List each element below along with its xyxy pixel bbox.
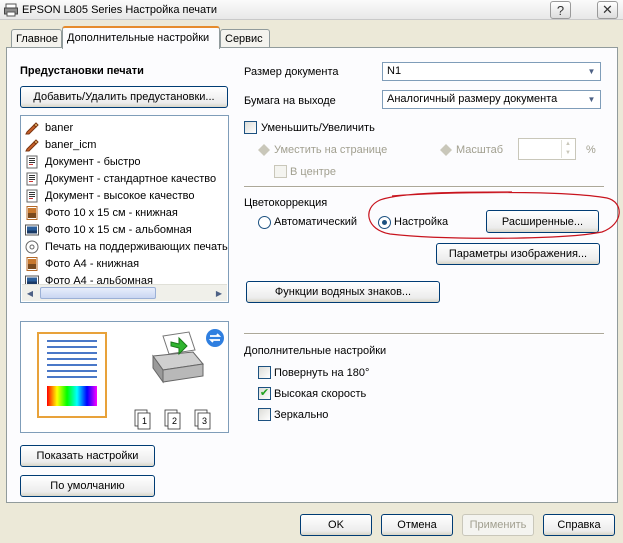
presets-list[interactable]: baner baner_icm Документ - быстро Документ … xyxy=(20,115,229,303)
scroll-left-icon[interactable]: ◀ xyxy=(22,285,38,301)
list-item-label: Печать на поддерживающих печать xyxy=(45,240,228,253)
list-item[interactable]: Фото 10 x 15 см - книжная xyxy=(25,204,178,221)
defaults-button[interactable]: По умолчанию xyxy=(20,475,155,497)
document-icon xyxy=(25,155,39,169)
apply-button[interactable]: Применить xyxy=(462,514,534,536)
reduce-enlarge-label: Уменьшить/Увеличить xyxy=(261,122,375,134)
list-item[interactable]: Документ - стандартное качество xyxy=(25,170,216,187)
pencil-icon xyxy=(25,121,39,135)
output-paper-value: Аналогичный размеру документа xyxy=(387,93,558,105)
photo-landscape-icon xyxy=(25,223,39,237)
page-label-3: 3 xyxy=(202,416,208,426)
list-item-label: Документ - высокое качество xyxy=(45,189,195,202)
color-correction-heading: Цветокоррекция xyxy=(244,197,328,209)
divider xyxy=(244,333,604,335)
chevron-down-icon: ▼ xyxy=(584,64,599,79)
list-item-label: Фото A4 - книжная xyxy=(45,257,140,270)
layout-preview: 1 2 3 xyxy=(20,321,229,433)
cancel-button[interactable]: Отмена xyxy=(381,514,453,536)
rotate-label: Повернуть на 180° xyxy=(274,367,370,379)
scale-option[interactable]: Масштаб xyxy=(456,144,503,156)
close-icon: ✕ xyxy=(602,2,613,17)
photo-portrait-icon xyxy=(25,205,39,220)
ok-button[interactable]: OK xyxy=(300,514,372,536)
page-label-2: 2 xyxy=(172,416,178,426)
document-size-value: N1 xyxy=(387,65,402,77)
help-button[interactable]: Справка xyxy=(543,514,615,536)
fit-page-radio-disabled-icon xyxy=(258,144,270,156)
list-item[interactable]: Фото A4 - книжная xyxy=(25,255,139,272)
mirror-checkbox[interactable] xyxy=(258,408,271,421)
tab-advanced-settings[interactable]: Дополнительные настройки xyxy=(62,26,220,49)
disc-icon xyxy=(25,240,39,254)
image-options-button[interactable]: Параметры изображения... xyxy=(436,243,600,265)
list-item[interactable]: baner_icm xyxy=(25,136,96,153)
document-icon xyxy=(25,172,39,186)
scale-input[interactable]: ▲ ▼ xyxy=(518,138,576,160)
scroll-thumb[interactable] xyxy=(40,287,156,299)
mirror-label: Зеркально xyxy=(274,409,329,421)
chevron-down-icon: ▼ xyxy=(584,92,599,107)
photo-portrait-icon xyxy=(25,256,39,271)
scale-spinner-icon[interactable]: ▲ ▼ xyxy=(561,140,574,158)
document-icon xyxy=(25,189,39,203)
window-title: EPSON L805 Series Настройка печати xyxy=(22,4,218,16)
document-size-label: Размер документа xyxy=(244,66,339,78)
high-speed-label: Высокая скорость xyxy=(274,388,367,400)
add-remove-presets-button[interactable]: Добавить/Удалить предустановки... xyxy=(20,86,228,108)
list-item[interactable]: Печать на поддерживающих печать xyxy=(25,238,228,255)
tab-service[interactable]: Сервис xyxy=(220,29,270,48)
rotate-arrows-icon xyxy=(206,329,224,347)
show-settings-button[interactable]: Показать настройки xyxy=(20,445,155,467)
title-bar[interactable]: EPSON L805 Series Настройка печати ? ✕ xyxy=(0,0,623,20)
list-item[interactable]: baner xyxy=(25,119,73,136)
list-item-label: baner_icm xyxy=(45,138,97,151)
fit-to-page-option[interactable]: Уместить на странице xyxy=(274,144,387,156)
pencil-icon xyxy=(25,138,39,152)
divider xyxy=(244,186,604,188)
presets-heading: Предустановки печати xyxy=(20,65,144,77)
list-item-label: baner xyxy=(45,121,74,134)
page-label-1: 1 xyxy=(142,416,148,426)
automatic-radio[interactable] xyxy=(258,216,271,229)
center-label: В центре xyxy=(290,166,337,178)
additional-settings-heading: Дополнительные настройки xyxy=(244,345,387,357)
scroll-right-icon[interactable]: ▶ xyxy=(211,285,227,301)
output-paper-select[interactable]: Аналогичный размеру документа ▼ xyxy=(382,90,601,109)
output-paper-label: Бумага на выходе xyxy=(244,95,336,107)
checkmark-icon: ✔ xyxy=(259,387,270,399)
list-item[interactable]: Документ - быстро xyxy=(25,153,141,170)
close-title-button[interactable]: ✕ xyxy=(597,1,618,19)
list-item[interactable]: Документ - высокое качество xyxy=(25,187,194,204)
reduce-enlarge-checkbox[interactable] xyxy=(244,121,257,134)
scale-radio-disabled-icon xyxy=(440,144,452,156)
printer-feed-icon xyxy=(152,331,204,384)
help-icon: ? xyxy=(556,2,565,18)
tab-main[interactable]: Главное xyxy=(11,29,62,48)
rotate-checkbox[interactable] xyxy=(258,366,271,379)
help-title-button[interactable]: ? xyxy=(550,1,571,19)
list-item[interactable]: Фото 10 x 15 см - альбомная xyxy=(25,221,192,238)
list-item-label: Документ - стандартное качество xyxy=(45,172,217,185)
high-speed-checkbox[interactable]: ✔ xyxy=(258,387,271,400)
red-annotation-ellipse xyxy=(368,191,620,239)
document-size-select[interactable]: N1 ▼ xyxy=(382,62,601,81)
color-page-preview-icon xyxy=(37,332,107,418)
printer-app-icon xyxy=(4,3,18,17)
scale-unit: % xyxy=(586,144,596,156)
list-item-label: Документ - быстро xyxy=(45,155,141,168)
list-item-label: Фото 10 x 15 см - альбомная xyxy=(45,223,192,236)
watermark-button[interactable]: Функции водяных знаков... xyxy=(246,281,440,303)
automatic-label: Автоматический xyxy=(274,216,358,228)
center-checkbox[interactable] xyxy=(274,165,287,178)
list-item-label: Фото 10 x 15 см - книжная xyxy=(45,206,178,219)
horizontal-scrollbar[interactable]: ◀ ▶ xyxy=(22,284,227,301)
